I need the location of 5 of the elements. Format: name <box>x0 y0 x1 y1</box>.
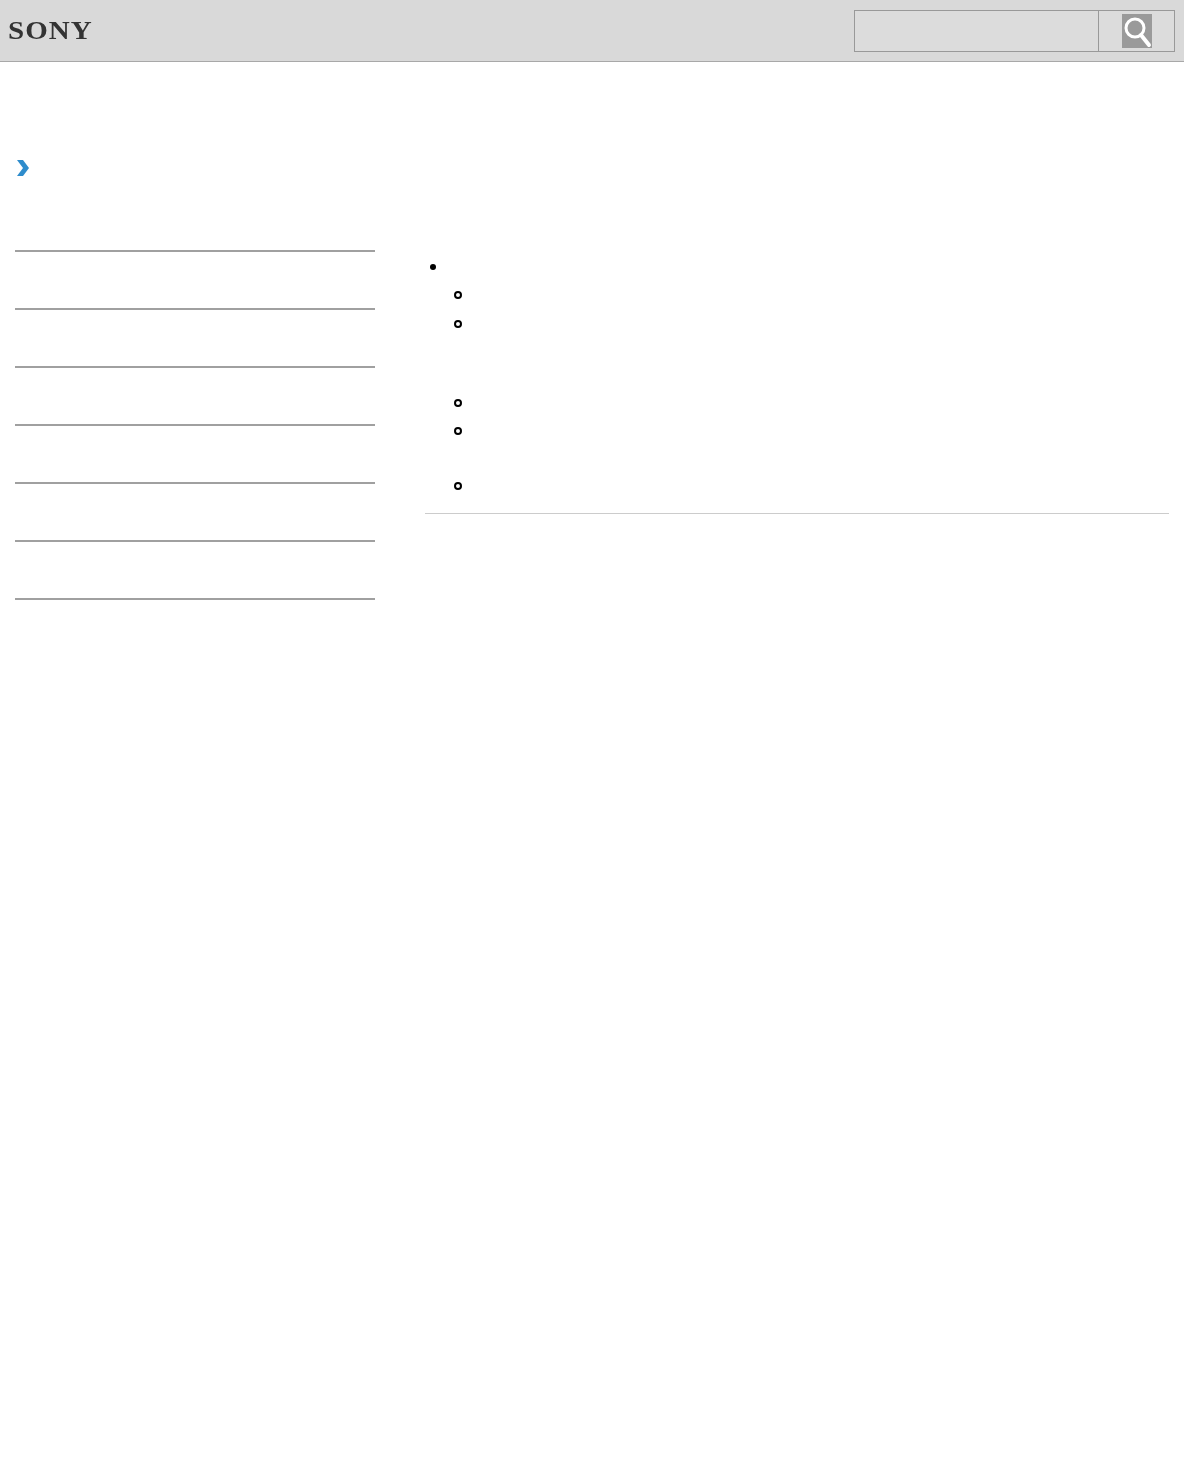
chevron-icon <box>14 159 31 177</box>
logo[interactable]: SONY <box>8 16 93 45</box>
search-button[interactable] <box>1098 9 1175 52</box>
search-icon <box>1121 13 1152 48</box>
search-field[interactable] <box>854 9 1098 52</box>
